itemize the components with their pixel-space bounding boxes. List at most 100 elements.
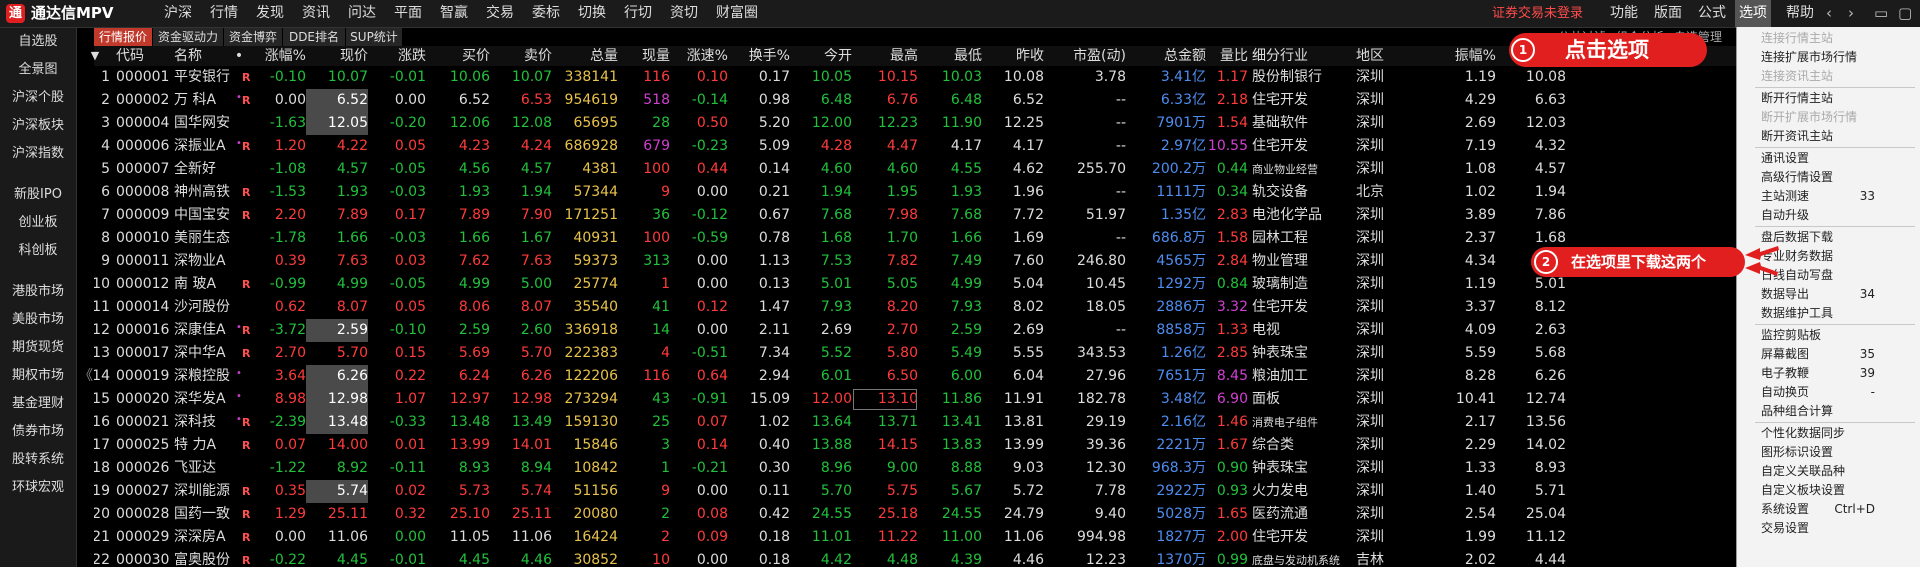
column-header[interactable]: 细分行业 [1252,46,1350,66]
sidebar-item[interactable]: 沪深板块 [0,112,76,140]
table-row[interactable]: 2 000002 万 科A • 0.00 6.52 0.00 6.52 6.53 954619 51… [94,89,1920,112]
options-menu-button[interactable]: 选项 [1735,0,1771,27]
table-row[interactable]: 13 000017 深中华A 2.70 5.70 0.15 5.69 5.70 222383 4 -… [94,342,1920,365]
options-menu-item[interactable]: 监控剪贴板 [1737,326,1920,345]
sidebar-item[interactable]: 期权市场 [0,362,76,390]
sidebar-item[interactable]: 债券市场 [0,418,76,446]
minimize-icon[interactable]: ▭ [1874,0,1888,27]
options-menu-item[interactable]: 自定义板块设置 [1737,481,1920,500]
table-row[interactable]: 14 000019 深粮控股 • 3.64 6.26 0.22 6.24 6.26 122206 1… [94,365,1920,388]
sidebar-item[interactable]: 科创板 [0,237,76,265]
top-menu-item[interactable]: 交易 [486,0,514,27]
options-menu-item[interactable]: 连接资讯主站 [1737,67,1920,86]
top-menu-item[interactable]: 智赢 [440,0,468,27]
options-menu-item[interactable]: 系统设置 Ctrl+D [1737,500,1920,519]
column-header[interactable]: 卖价 [490,46,552,66]
options-menu-item[interactable]: 连接行情主站 [1737,29,1920,48]
top-menu-item[interactable]: 沪深 [164,0,192,27]
trade-login-status[interactable]: 证券交易未登录 [1492,0,1583,27]
sidebar-item[interactable]: 期货现货 [0,334,76,362]
options-menu-item[interactable]: 断开资讯主站 [1737,127,1920,146]
right-menu-item[interactable]: 功能 [1606,0,1642,27]
forward-icon[interactable]: › [1848,0,1854,27]
options-menu-item[interactable]: 主站测速 33 [1737,187,1920,206]
tab-2[interactable]: 资金博弈 [224,28,283,46]
table-row[interactable]: 6 000008 神州高铁 -1.53 1.93 -0.03 1.93 1.94 57344 9 0… [94,181,1920,204]
tab-3[interactable]: DDE排名 [283,28,346,46]
column-header[interactable]: • [234,46,244,66]
column-header[interactable]: 今开 [790,46,852,66]
column-header[interactable]: 现量 [618,46,670,66]
column-header[interactable]: 最高 [852,46,918,66]
column-header[interactable]: 买价 [426,46,490,66]
options-menu-item[interactable]: 自动换页 - [1737,383,1920,402]
options-menu-item[interactable]: 数据导出 34 [1737,285,1920,304]
table-row[interactable]: 11 000014 沙河股份 0.62 8.07 0.05 8.06 8.07 35540 41 0… [94,296,1920,319]
column-header[interactable]: 换手% [728,46,790,66]
table-row[interactable]: 3 000004 国华网安 -1.63 12.05 -0.20 12.06 12.08 6569… [94,112,1920,135]
maximize-icon[interactable]: ▢ [1898,0,1912,27]
column-header[interactable]: 总量 [552,46,618,66]
column-header[interactable]: 名称 [174,46,234,66]
table-row[interactable]: 1 000001 平安银行 -0.10 10.07 -0.01 10.06 10.07 3381… [94,66,1920,89]
sidebar-item[interactable]: 沪深个股 [0,84,76,112]
options-menu-item[interactable]: 个性化数据同步 [1737,424,1920,443]
sidebar-collapse-icon[interactable]: 《 [79,365,93,385]
sidebar-item[interactable]: 美股市场 [0,306,76,334]
top-menu-item[interactable]: 发现 [256,0,284,27]
table-row[interactable]: 4 000006 深振业A • 1.20 4.22 0.05 4.23 4.24 686928 67… [94,135,1920,158]
right-menu-item[interactable]: 帮助 [1782,0,1818,27]
options-menu-item[interactable]: 自定义关联品种 [1737,462,1920,481]
table-row[interactable]: 7 000009 中国宝安 2.20 7.89 0.17 7.89 7.90 171251 36 -… [94,204,1920,227]
top-menu-item[interactable]: 问达 [348,0,376,27]
right-menu-item[interactable]: 版面 [1650,0,1686,27]
options-menu-item[interactable]: 数据维护工具 [1737,304,1920,323]
back-icon[interactable]: ‹ [1826,0,1832,27]
top-menu-item[interactable]: 委标 [532,0,560,27]
options-menu-item[interactable]: 通讯设置 [1737,149,1920,168]
sidebar-item[interactable]: 全景图 [0,56,76,84]
table-row[interactable]: 17 000025 特 力A 0.07 14.00 0.01 13.99 14.01 15846… [94,434,1920,457]
column-header[interactable]: 昨收 [982,46,1044,66]
options-menu-item[interactable]: 交易设置 [1737,519,1920,538]
table-row[interactable]: 19 000027 深圳能源 0.35 5.74 0.02 5.73 5.74 51156 9 0.… [94,480,1920,503]
column-header[interactable]: 总金额 [1126,46,1206,66]
options-menu-item[interactable]: 日线自动写盘 [1737,266,1920,285]
table-row[interactable]: 15 000020 深华发A • 8.98 12.98 1.07 12.97 12.98 2732… [94,388,1920,411]
options-menu-item[interactable]: 断开扩展市场行情 [1737,108,1920,127]
options-menu-item[interactable]: 专业财务数据 [1737,247,1920,266]
column-header[interactable]: 最低 [918,46,982,66]
sidebar-item[interactable]: 创业板 [0,209,76,237]
top-menu-item[interactable]: 财富圈 [716,0,758,27]
table-row[interactable]: 12 000016 深康佳A • -3.72 2.59 -0.10 2.59 2.60 33691… [94,319,1920,342]
options-menu-item[interactable]: 电子教鞭 39 [1737,364,1920,383]
table-row[interactable]: 18 000026 飞亚达 -1.22 8.92 -0.11 8.93 8.94 10842 1 -… [94,457,1920,480]
tab-4[interactable]: SUP统计 [346,28,403,46]
options-menu-item[interactable]: 自动升级 [1737,206,1920,225]
top-menu-item[interactable]: 平面 [394,0,422,27]
tab-1[interactable]: 资金驱动力 [153,28,224,46]
sidebar-item[interactable]: 沪深指数 [0,140,76,168]
top-menu-item[interactable]: 资讯 [302,0,330,27]
column-header[interactable]: 涨幅% [244,46,306,66]
column-header[interactable]: 振幅% [1424,46,1496,66]
sidebar-item[interactable]: 股转系统 [0,446,76,474]
options-menu-item[interactable]: 品种组合计算 [1737,402,1920,421]
table-row[interactable]: 5 000007 全新好 -1.08 4.57 -0.05 4.56 4.57 4381 100 0… [94,158,1920,181]
options-menu-item[interactable]: 图形标识设置 [1737,443,1920,462]
table-row[interactable]: 16 000021 深科技 • -2.39 13.48 -0.33 13.48 13.49 159… [94,411,1920,434]
column-header[interactable]: 涨速% [670,46,728,66]
options-menu-item[interactable]: 屏幕截图 35 [1737,345,1920,364]
sidebar-item[interactable]: 自选股 [0,28,76,56]
top-menu-item[interactable]: 资切 [670,0,698,27]
sort-desc-icon[interactable]: ▼ [88,46,102,66]
top-menu-item[interactable]: 行情 [210,0,238,27]
sidebar-item[interactable]: 港股市场 [0,278,76,306]
options-menu-item[interactable]: 盘后数据下载 [1737,228,1920,247]
column-header[interactable]: 现价 [306,46,368,66]
options-menu-item[interactable]: 连接扩展市场行情 [1737,48,1920,67]
table-row[interactable]: 22 000030 富奥股份 -0.22 4.45 -0.01 4.45 4.46 30852 1… [94,549,1920,567]
column-header[interactable]: 地区 [1356,46,1416,66]
column-header[interactable]: 市盈(动) [1044,46,1126,66]
options-menu-item[interactable]: 断开行情主站 [1737,89,1920,108]
